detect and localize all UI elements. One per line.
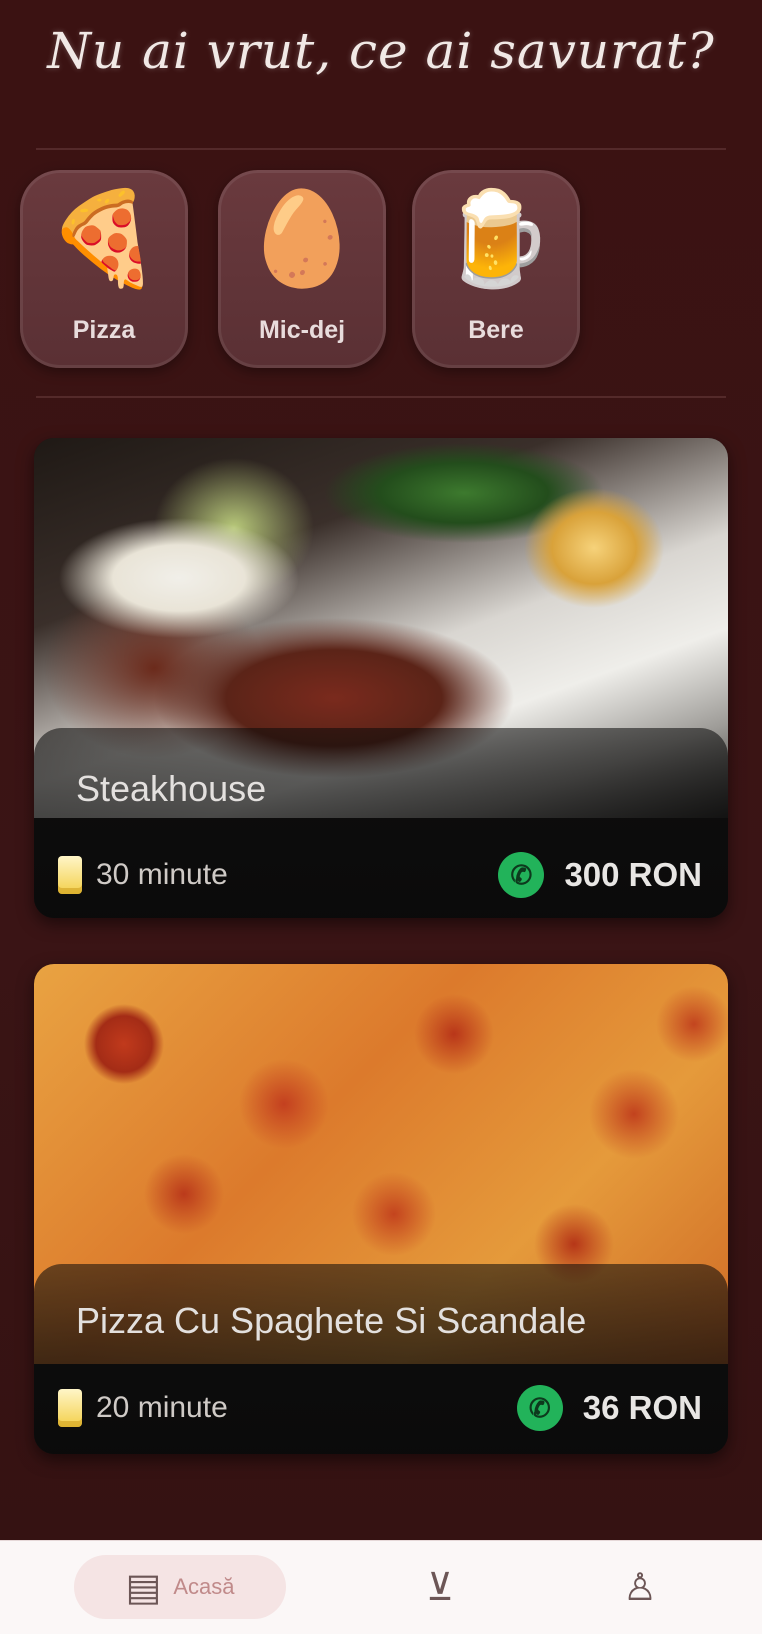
price-text: 300 RON [564, 856, 702, 893]
product-name: Pizza Cu Spaghete Si Scandale [76, 1300, 587, 1341]
price-row: ✆ 36 RON [516, 1385, 702, 1431]
beer-glass-icon [58, 856, 82, 894]
pizza-slice-icon: 🍕 [46, 188, 162, 290]
tab-profile[interactable]: ♙ [600, 1555, 680, 1619]
product-name: Steakhouse [76, 768, 267, 809]
cart-icon: ⊻ [426, 1566, 454, 1609]
prep-time: 30 minute [58, 856, 228, 894]
product-card-pizza[interactable]: Pizza Cu Spaghete Si Scandale 20 minute … [34, 964, 728, 1454]
home-menu-icon: ▤ [125, 1566, 162, 1609]
beer-glass-icon [58, 1389, 82, 1427]
category-label: Pizza [72, 316, 136, 344]
page-title: Nu ai vrut, ce ai savurat? [47, 22, 715, 80]
prep-time: 20 minute [58, 1389, 228, 1427]
category-list: 🍕 Pizza 🥚 Mic-dej 🍺 Bere [20, 170, 740, 370]
phone-call-icon[interactable]: ✆ [516, 1385, 563, 1431]
beer-mug-icon: 🍺 [438, 188, 554, 290]
tab-label: Acasă [173, 1574, 235, 1599]
tab-cart[interactable]: ⊻ [400, 1555, 480, 1619]
title-divider [36, 148, 726, 150]
category-bere[interactable]: 🍺 Bere [412, 170, 580, 368]
price-row: ✆ 300 RON [498, 852, 702, 898]
prep-time-text: 30 minute [96, 858, 228, 891]
tab-home[interactable]: ▤ Acasă [74, 1555, 286, 1619]
breakfast-icon: 🥚 [244, 188, 360, 290]
bottom-navigation: ▤ Acasă ⊻ ♙ [0, 1540, 762, 1634]
price-text: 36 RON [582, 1389, 702, 1426]
category-label: Mic-dej [258, 316, 346, 344]
profile-icon: ♙ [622, 1566, 658, 1609]
product-card-steakhouse[interactable]: Steakhouse 30 minute ✆ 300 RON [34, 438, 728, 918]
category-label: Bere [468, 316, 524, 344]
section-divider [36, 396, 726, 398]
category-pizza[interactable]: 🍕 Pizza [20, 170, 188, 368]
phone-call-icon[interactable]: ✆ [498, 852, 545, 898]
prep-time-text: 20 minute [96, 1391, 228, 1424]
category-mic-dej[interactable]: 🥚 Mic-dej [218, 170, 386, 368]
home-screen: Nu ai vrut, ce ai savurat? 🍕 Pizza 🥚 Mic… [0, 0, 762, 1540]
